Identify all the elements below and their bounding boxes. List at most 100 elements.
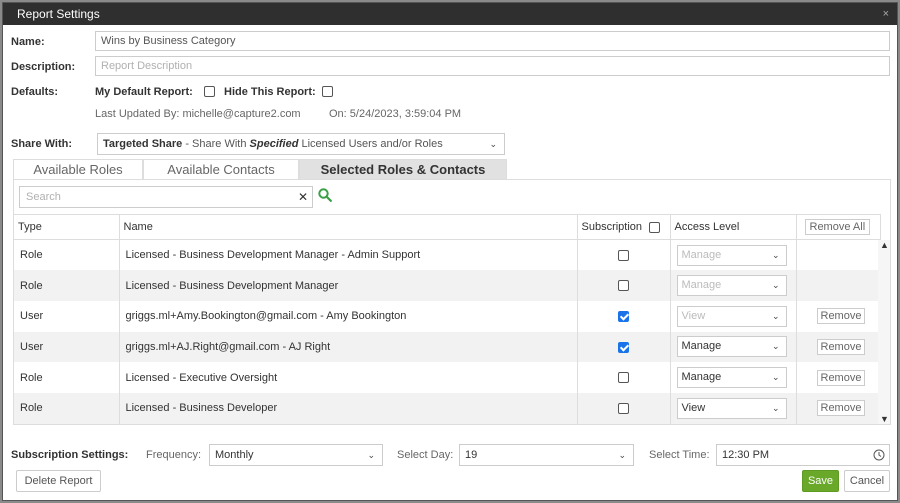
access-level-value: Manage bbox=[681, 340, 722, 353]
table-row: User griggs.ml+Amy.Bookington@gmail.com -… bbox=[14, 300, 881, 332]
tab-available-roles[interactable]: Available Roles bbox=[13, 159, 143, 179]
col-remove: Remove All bbox=[796, 214, 881, 240]
access-level-select[interactable]: Manage ⌄ bbox=[676, 244, 787, 266]
cancel-button[interactable]: Cancel bbox=[844, 470, 890, 492]
updated-on-text: On: 5/24/2023, 3:59:04 PM bbox=[329, 108, 462, 120]
search-placeholder: Search bbox=[26, 191, 61, 203]
chevron-down-icon: ⌄ bbox=[771, 249, 780, 260]
subscription-checkbox[interactable] bbox=[618, 249, 629, 261]
hide-report-checkbox[interactable] bbox=[322, 86, 333, 97]
day-select[interactable]: 19 ⌄ bbox=[459, 444, 634, 466]
row-access-cell: View ⌄ bbox=[670, 300, 797, 332]
share-with-select[interactable]: Targeted Share - Share With Specified Li… bbox=[97, 133, 505, 155]
access-level-value: Manage bbox=[681, 279, 722, 292]
table-scrollbar[interactable]: ▲ ▼ bbox=[878, 240, 890, 424]
time-input[interactable]: 12:30 PM bbox=[716, 444, 890, 466]
row-type: Role bbox=[14, 270, 120, 301]
chevron-down-icon: ⌄ bbox=[771, 280, 780, 291]
name-label: Name: bbox=[11, 36, 45, 48]
defaults-label: Defaults: bbox=[11, 86, 59, 98]
search-input[interactable]: Search ✕ bbox=[19, 186, 313, 208]
share-type: Targeted Share bbox=[103, 138, 183, 150]
share-specified: Specified bbox=[249, 138, 299, 150]
subscription-all-checkbox[interactable] bbox=[649, 221, 661, 233]
row-name: Licensed - Business Development Manager … bbox=[119, 239, 578, 271]
role-contact-tabs: Available Roles Available Contacts Selec… bbox=[13, 159, 507, 179]
share-text-mid: - Share With bbox=[182, 138, 250, 150]
table-row: Role Licensed - Executive Oversight Manage… bbox=[14, 362, 881, 393]
row-access-cell: View ⌄ bbox=[670, 392, 797, 424]
row-type: Role bbox=[14, 239, 120, 271]
row-name: Licensed - Business Development Manager bbox=[119, 270, 578, 301]
share-with-label: Share With: bbox=[11, 138, 73, 150]
row-type: Role bbox=[14, 392, 120, 424]
col-type: Type bbox=[14, 214, 120, 240]
tab-selected-roles-contacts[interactable]: Selected Roles & Contacts bbox=[299, 159, 507, 179]
remove-button[interactable]: Remove bbox=[816, 308, 866, 325]
chevron-down-icon: ⌄ bbox=[771, 341, 780, 352]
delete-report-button[interactable]: Delete Report bbox=[16, 470, 101, 492]
subscription-checkbox[interactable] bbox=[618, 341, 629, 353]
subscription-checkbox[interactable] bbox=[618, 402, 629, 414]
access-level-select[interactable]: Manage ⌄ bbox=[676, 367, 787, 389]
share-text-rest: Licensed Users and/or Roles bbox=[298, 138, 443, 150]
hide-report-label: Hide This Report: bbox=[224, 86, 316, 98]
access-level-value: View bbox=[681, 401, 706, 414]
remove-button[interactable]: Remove bbox=[816, 400, 866, 417]
description-label: Description: bbox=[11, 61, 76, 73]
select-time-label: Select Time: bbox=[649, 449, 710, 461]
select-day-label: Select Day: bbox=[397, 449, 454, 461]
col-name: Name bbox=[119, 214, 578, 240]
remove-button[interactable]: Remove bbox=[816, 369, 866, 386]
time-value: 12:30 PM bbox=[722, 449, 770, 461]
access-level-value: Manage bbox=[681, 248, 722, 261]
col-subscription: Subscription bbox=[577, 214, 671, 240]
description-input[interactable]: Report Description bbox=[95, 56, 890, 76]
row-subscription-cell bbox=[577, 362, 671, 393]
subscription-checkbox[interactable] bbox=[618, 310, 629, 322]
frequency-select[interactable]: Monthly ⌄ bbox=[209, 444, 383, 466]
subscription-checkbox[interactable] bbox=[618, 280, 629, 292]
row-name: Licensed - Executive Oversight bbox=[119, 362, 578, 393]
close-icon[interactable]: × bbox=[883, 3, 889, 25]
scroll-down-icon[interactable]: ▼ bbox=[880, 414, 889, 424]
chevron-down-icon: ⌄ bbox=[771, 402, 780, 413]
row-name: Licensed - Business Developer bbox=[119, 392, 578, 424]
row-type: User bbox=[14, 300, 120, 332]
chevron-down-icon: ⌄ bbox=[771, 310, 780, 321]
my-default-checkbox[interactable] bbox=[204, 86, 215, 97]
row-name: griggs.ml+AJ.Right@gmail.com - AJ Right bbox=[119, 331, 578, 363]
row-access-cell: Manage ⌄ bbox=[670, 331, 797, 363]
row-subscription-cell bbox=[577, 392, 671, 424]
clear-search-icon[interactable]: ✕ bbox=[298, 187, 308, 207]
remove-button[interactable]: Remove bbox=[816, 338, 866, 355]
access-level-select[interactable]: View ⌄ bbox=[676, 397, 787, 419]
access-level-value: View bbox=[681, 309, 706, 322]
subscription-header-label: Subscription bbox=[581, 221, 643, 233]
name-input[interactable]: Wins by Business Category bbox=[95, 31, 890, 51]
access-level-select[interactable]: Manage ⌄ bbox=[676, 336, 787, 358]
scroll-up-icon[interactable]: ▲ bbox=[880, 240, 889, 250]
search-icon[interactable] bbox=[318, 188, 332, 202]
remove-all-button[interactable]: Remove All bbox=[804, 219, 871, 235]
clock-icon[interactable] bbox=[873, 449, 885, 461]
chevron-down-icon: ⌄ bbox=[771, 372, 780, 383]
access-level-select[interactable]: View ⌄ bbox=[676, 305, 787, 327]
subscription-checkbox[interactable] bbox=[618, 372, 629, 384]
row-remove-cell bbox=[796, 239, 881, 271]
row-access-cell: Manage ⌄ bbox=[670, 270, 797, 301]
last-updated-text: Last Updated By: michelle@capture2.com bbox=[95, 108, 301, 120]
row-remove-cell: Remove bbox=[796, 362, 881, 393]
access-level-select[interactable]: Manage ⌄ bbox=[676, 275, 787, 297]
chevron-down-icon: ⌄ bbox=[618, 450, 626, 460]
row-subscription-cell bbox=[577, 300, 671, 332]
row-remove-cell bbox=[796, 270, 881, 301]
frequency-value: Monthly bbox=[215, 449, 254, 461]
row-name: griggs.ml+Amy.Bookington@gmail.com - Amy… bbox=[119, 300, 578, 332]
row-subscription-cell bbox=[577, 331, 671, 363]
day-value: 19 bbox=[465, 449, 478, 461]
selected-panel: Search ✕ Type Name Subscription Access L… bbox=[13, 179, 891, 425]
tab-available-contacts[interactable]: Available Contacts bbox=[143, 159, 299, 179]
save-button[interactable]: Save bbox=[802, 470, 839, 492]
my-default-label: My Default Report: bbox=[95, 86, 193, 98]
